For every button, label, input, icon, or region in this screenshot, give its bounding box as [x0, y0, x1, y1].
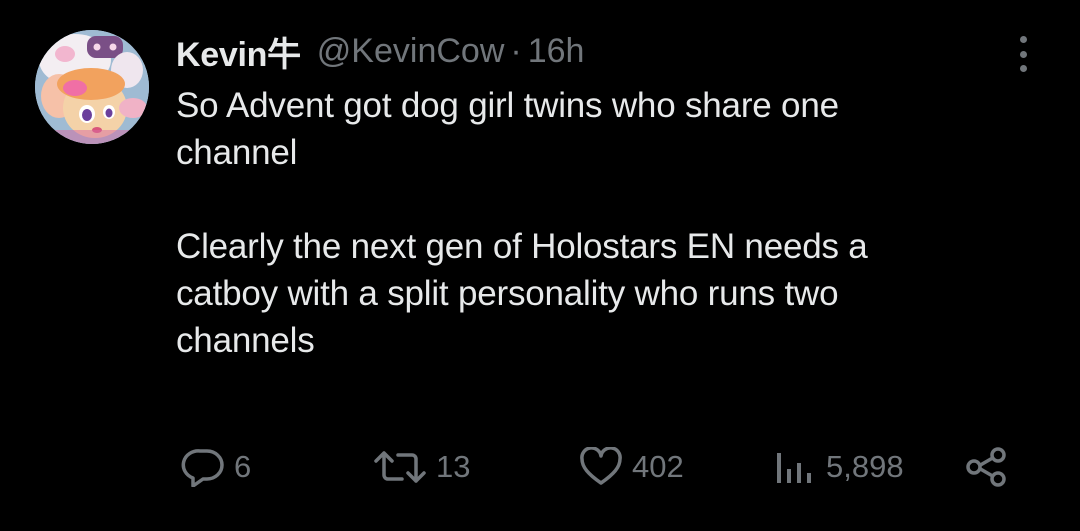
retweet-arrows-icon [374, 451, 426, 483]
bar-chart-icon [777, 453, 811, 483]
retweet-button[interactable]: 13 [372, 442, 470, 492]
action-bar: 6 13 402 5,898 [176, 442, 1036, 492]
retweet-count: 13 [436, 449, 471, 484]
like-button[interactable]: 402 [578, 442, 684, 492]
reply-bubble-icon [181, 449, 224, 487]
more-options-button[interactable] [1011, 36, 1035, 72]
heart-icon [580, 447, 622, 485]
timestamp[interactable]: 16h [528, 32, 585, 71]
user-handle[interactable]: @KevinCow [317, 32, 505, 71]
tweet-text: So Advent got dog girl twins who share o… [176, 86, 868, 360]
reply-count: 6 [234, 449, 252, 484]
view-count: 5,898 [826, 449, 904, 484]
reply-button[interactable]: 6 [180, 442, 251, 492]
more-vertical-icon [1019, 36, 1027, 43]
tweet-header: Kevin牛 @KevinCow · 16h [176, 26, 584, 76]
avatar[interactable] [35, 30, 149, 144]
share-button[interactable] [964, 442, 1010, 492]
like-count: 402 [632, 449, 684, 484]
display-name[interactable]: Kevin牛 [176, 27, 301, 76]
separator-dot: · [510, 31, 522, 70]
views-button[interactable]: 5,898 [772, 442, 904, 492]
tweet-card[interactable]: Kevin牛 @KevinCow · 16h So Advent got dog… [0, 0, 1080, 531]
share-nodes-icon [966, 447, 1006, 487]
anime-cow-avatar-icon [35, 30, 149, 144]
